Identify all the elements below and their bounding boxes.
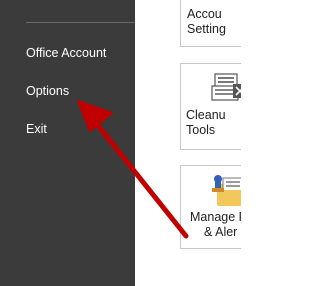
cleanup-tools-label-line1: Cleanu (186, 108, 226, 122)
backstage-sidebar: Office Account Options Exit (0, 0, 136, 286)
manage-rules-label-line1: Manage R (190, 210, 241, 224)
manage-rules-label-line2: & Aler (204, 225, 238, 239)
manage-rules-icon (212, 175, 241, 206)
account-settings-tile[interactable]: Accou Setting (180, 0, 241, 47)
menu-item-office-account[interactable]: Office Account (26, 45, 106, 61)
menu-item-options[interactable]: Options (26, 83, 69, 99)
cleanup-tools-icon (211, 73, 241, 101)
backstage-main: Accou Setting Cleanu Tools Manage & Aler (135, 0, 241, 286)
cleanup-tools-tile[interactable]: Cleanu Tools (180, 63, 241, 150)
outlook-backstage: Office Account Options Exit Accou Settin… (0, 0, 241, 286)
sidebar-divider (26, 22, 136, 23)
manage-rules-tile[interactable]: Manage R & Aler (180, 165, 241, 249)
menu-item-exit[interactable]: Exit (26, 121, 47, 137)
cleanup-tools-label-line2: Tools (186, 123, 216, 137)
account-settings-label-line1: Accou (187, 7, 222, 21)
account-settings-label-line2: Setting (187, 22, 226, 36)
